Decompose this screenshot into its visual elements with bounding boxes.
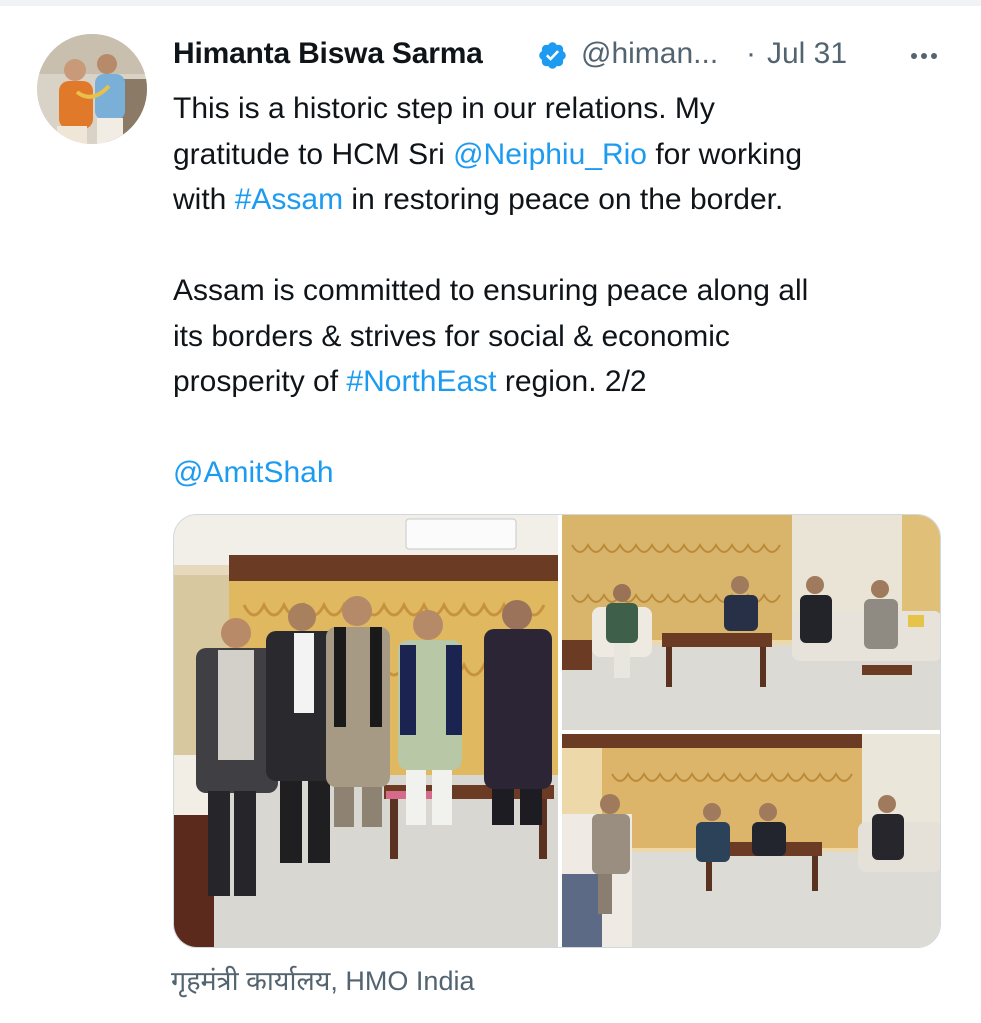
media-source-label[interactable]: गृहमंत्री कार्यालय, HMO India [171,961,474,998]
tweet-text-line: @AmitShah [173,450,953,496]
tweet-text-segment: gratitude to HCM Sri [173,137,454,171]
hashtag-link[interactable]: #Assam [235,183,343,216]
tweet-text-segment: its borders & strives for social & econo… [173,319,730,353]
author-avatar[interactable] [37,34,147,144]
author-name[interactable]: Himanta Biswa Sarma [173,37,483,71]
tweet-text-blank-line [173,223,953,269]
tweet-text-segment: Assam is committed to ensuring peace alo… [173,274,809,307]
header-separator: · [746,37,756,70]
tweet-text-segment: This is a historic step in our relations… [173,92,715,125]
author-handle[interactable]: @himan... [581,37,718,71]
photo-meeting-room-2[interactable] [562,734,940,947]
tweet-text-segment: with [173,183,235,216]
tweet-text-segment: in restoring peace on the border. [343,183,784,216]
tweet-header: Himanta Biswa Sarma @himan... · Jul 31 [173,33,953,77]
tweet-text-line: prosperity of #NorthEast region. 2/2 [173,359,953,405]
more-options-icon[interactable] [904,41,944,71]
media-grid [173,514,941,948]
top-divider [0,0,981,6]
tweet-text-blank-line [173,405,953,451]
hashtag-link[interactable]: #NorthEast [346,365,496,398]
tweet-text-segment: prosperity of [173,365,347,398]
mention-link[interactable]: @AmitShah [173,456,334,489]
avatar-image [37,34,147,144]
mention-link[interactable]: @Neiphiu_Rio [453,138,647,171]
tweet-text-line: gratitude to HCM Sri @Neiphiu_Rio for wo… [173,132,953,178]
tweet-text-line: its borders & strives for social & econo… [173,314,953,360]
photo-group-standing[interactable] [174,515,558,947]
tweet-text-line: Assam is committed to ensuring peace alo… [173,268,953,314]
tweet-text-segment: for working [646,137,803,171]
tweet-text-line: This is a historic step in our relations… [173,86,953,132]
verified-badge-icon [537,40,568,71]
photo-meeting-room-1[interactable] [562,515,940,730]
tweet-text-line: with #Assam in restoring peace on the bo… [173,177,953,223]
tweet-date[interactable]: Jul 31 [767,37,847,71]
tweet-text: This is a historic step in our relations… [173,86,953,496]
tweet-text-segment: region. 2/2 [496,365,647,398]
